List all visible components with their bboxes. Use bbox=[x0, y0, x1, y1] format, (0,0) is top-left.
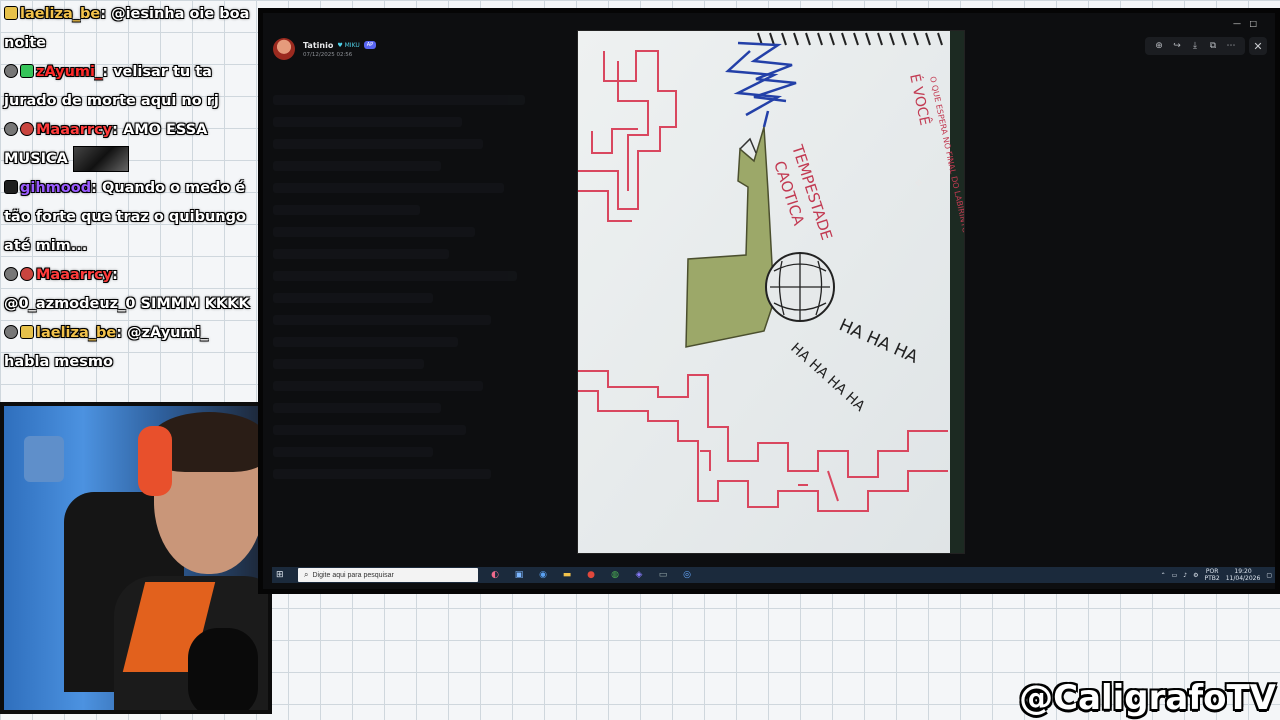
mod-badge-icon bbox=[4, 325, 18, 339]
settings-icon[interactable]: ⚙ bbox=[1193, 572, 1198, 579]
figure-shelf bbox=[24, 436, 64, 482]
zoom-in-icon[interactable]: ⊕ bbox=[1153, 41, 1165, 51]
drawing-svg: TEMPESTADE CAOTICA O QUE ESPERA NO FINAL… bbox=[578, 31, 964, 553]
discord-icon[interactable]: ◈ bbox=[632, 570, 646, 580]
headset-icon bbox=[138, 426, 172, 496]
windows-taskbar: ⊞ ⌕ Digite aqui para pesquisar ◐ ▣ ◉ ▬ ●… bbox=[272, 567, 1275, 583]
clock[interactable]: 19:20 11/04/2026 bbox=[1226, 568, 1261, 582]
notification-icon[interactable]: ▢ bbox=[1266, 572, 1272, 579]
search-icon: ⌕ bbox=[304, 570, 309, 579]
chat-message: laeliza_be: @zAyumi_ habla mesmo bbox=[4, 319, 254, 377]
language-indicator[interactable]: POR PTB2 bbox=[1205, 568, 1220, 582]
obs-icon[interactable]: ▭ bbox=[656, 570, 670, 580]
search-placeholder: Digite aqui para pesquisar bbox=[312, 571, 394, 579]
subscriber-badge-icon bbox=[4, 6, 18, 20]
system-tray: ⌃ ▭ ♪ ⚙ POR PTB2 19:20 11/04/2026 ▢ bbox=[1161, 568, 1272, 582]
task-view-icon[interactable]: ▣ bbox=[512, 570, 526, 580]
close-icon[interactable]: ✕ bbox=[1249, 37, 1267, 55]
role-badge: ♥ MIKU bbox=[337, 41, 360, 49]
steam-icon[interactable]: ◎ bbox=[680, 570, 694, 580]
open-external-icon[interactable]: ⧉ bbox=[1207, 41, 1219, 51]
microphone-icon bbox=[188, 628, 258, 710]
sub-badge-icon bbox=[20, 122, 34, 136]
avatar[interactable] bbox=[273, 38, 295, 60]
globe-drawing bbox=[765, 252, 835, 322]
bits-badge-icon bbox=[20, 64, 34, 78]
chat-message: zAyumi_: velisar tu ta jurado de morte a… bbox=[4, 58, 254, 116]
emote-image bbox=[72, 146, 129, 172]
chat-message: Maaarrcy: AMO ESSA MUSICA bbox=[4, 116, 254, 174]
file-explorer-icon[interactable]: ▬ bbox=[560, 570, 574, 580]
webcam-feed bbox=[0, 402, 272, 714]
chat-message: gihmood: Quando o medo é tão forte que t… bbox=[4, 174, 254, 261]
mod-badge-icon bbox=[4, 267, 18, 281]
edge-icon[interactable]: ◉ bbox=[536, 570, 550, 580]
chrome-icon[interactable]: ◍ bbox=[608, 570, 622, 580]
sub-badge-icon bbox=[20, 267, 34, 281]
chat-username: Maaarrcy bbox=[36, 122, 113, 138]
mod-badge-icon bbox=[4, 122, 18, 136]
forward-icon[interactable]: ↪ bbox=[1171, 41, 1183, 51]
chat-username: laeliza_be bbox=[20, 6, 101, 22]
window-minimize-icon[interactable]: — bbox=[1233, 19, 1241, 28]
screen-capture: — □ Tatinio ♥ MIKU AP 07/12/2025 02:56 ⊕… bbox=[258, 8, 1280, 594]
post-timestamp: 07/12/2025 02:56 bbox=[303, 51, 353, 58]
chevron-up-icon[interactable]: ⌃ bbox=[1161, 572, 1166, 579]
cursor-icon: ✥ bbox=[915, 179, 923, 189]
taskbar-search-input[interactable]: ⌕ Digite aqui para pesquisar bbox=[298, 568, 478, 582]
viewer-toolbar: ⊕ ↪ ⤓ ⧉ ⋯ ✕ bbox=[1145, 37, 1267, 55]
server-tag: AP bbox=[363, 41, 377, 49]
app-red-icon[interactable]: ● bbox=[584, 570, 598, 580]
subscriber-badge-icon bbox=[20, 325, 34, 339]
mod-badge-icon bbox=[4, 64, 18, 78]
maze-drawing-image: TEMPESTADE CAOTICA O QUE ESPERA NO FINAL… bbox=[578, 31, 964, 553]
colorful-search-art-icon: ◐ bbox=[491, 570, 499, 580]
author-name[interactable]: Tatinio bbox=[303, 41, 333, 50]
chat-message: laeliza_be: @iesinha oie boa noite bbox=[4, 0, 254, 58]
channel-handle: @CaligrafoTV bbox=[1019, 678, 1276, 718]
more-icon[interactable]: ⋯ bbox=[1225, 41, 1237, 51]
window-maximize-icon[interactable]: □ bbox=[1249, 19, 1257, 28]
chat-overlay: laeliza_be: @iesinha oie boa noite zAyum… bbox=[0, 0, 258, 400]
chat-username: Maaarrcy bbox=[36, 267, 113, 283]
image-viewer-header: Tatinio ♥ MIKU AP 07/12/2025 02:56 bbox=[273, 33, 377, 65]
chat-message: Maaarrcy: @0_azmodeuz_0 SIMMM KKKK bbox=[4, 261, 254, 319]
windows-start-icon[interactable]: ⊞ bbox=[276, 570, 288, 580]
chat-username: zAyumi_ bbox=[36, 64, 103, 80]
prime-badge-icon bbox=[4, 180, 18, 194]
volume-icon[interactable]: ♪ bbox=[1183, 572, 1187, 579]
network-icon[interactable]: ▭ bbox=[1172, 572, 1178, 579]
chat-username: gihmood bbox=[20, 180, 92, 196]
chat-username: laeliza_be bbox=[36, 325, 117, 341]
download-icon[interactable]: ⤓ bbox=[1189, 41, 1201, 51]
